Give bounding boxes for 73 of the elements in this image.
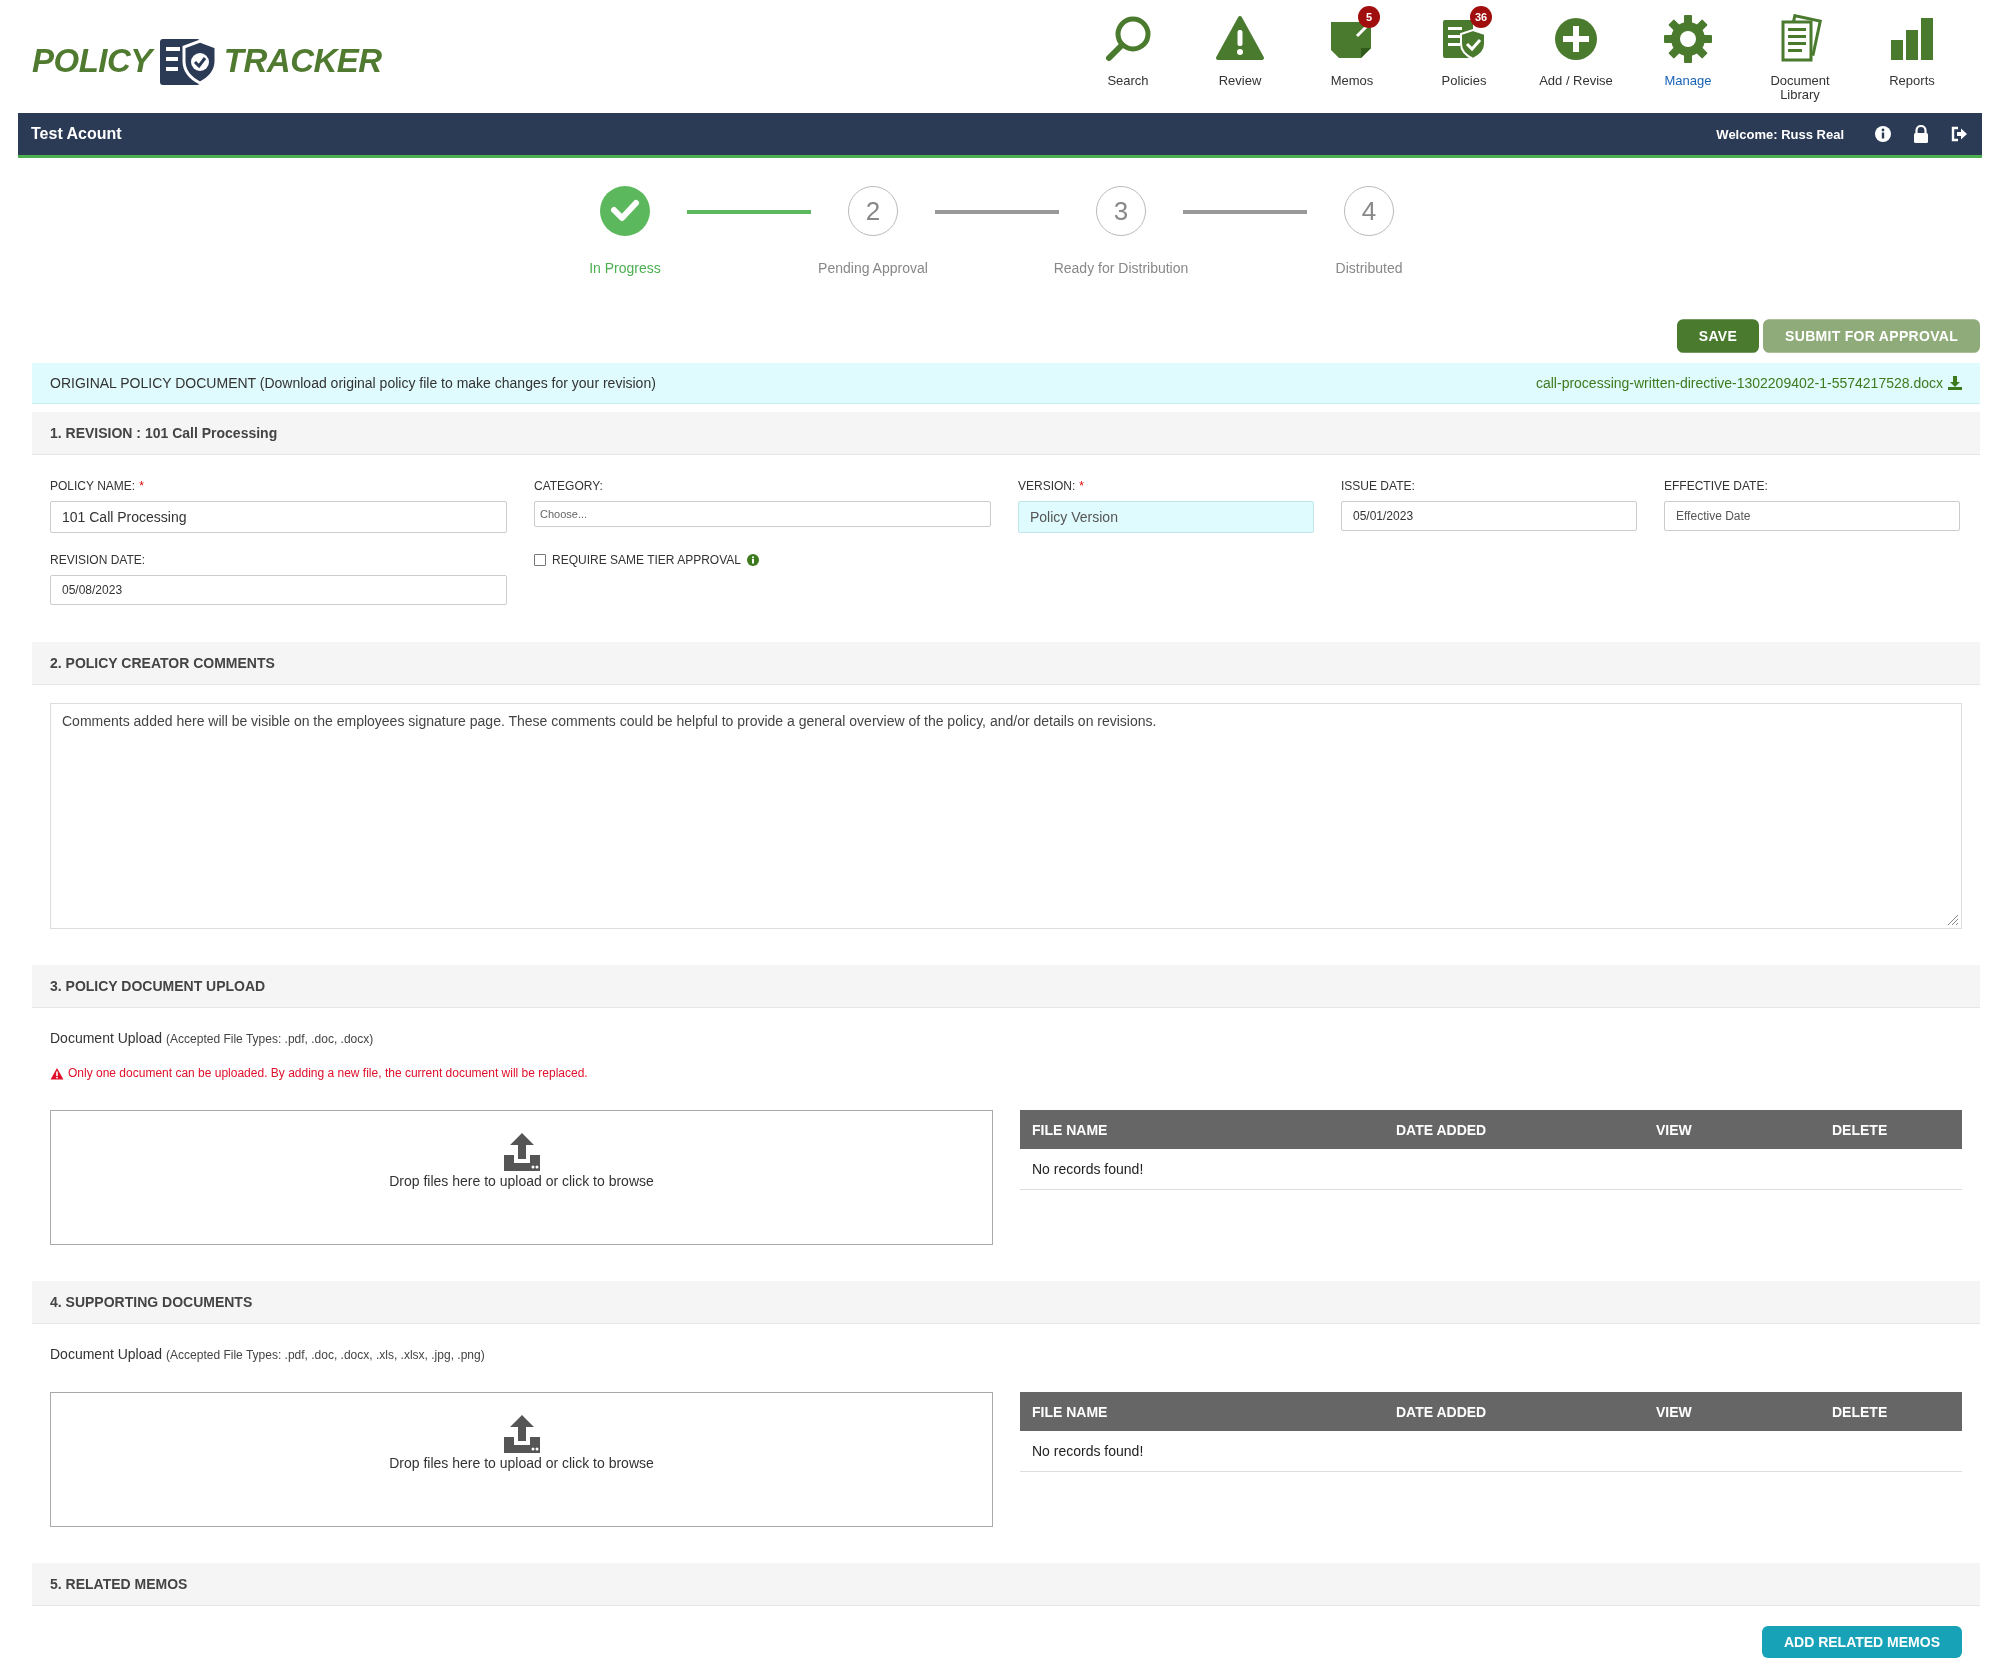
- date-field[interactable]: 05/08/2023: [50, 575, 507, 605]
- download-link[interactable]: call-processing-written-directive-1302209402-1-5574217528.docx: [1535, 375, 1962, 391]
- field-label: EFFECTIVE DATE:: [1664, 479, 1768, 493]
- column-header: DATE ADDED: [1396, 1403, 1488, 1420]
- download-icon: [1948, 376, 1962, 390]
- date-field[interactable]: Effective Date: [1664, 501, 1960, 531]
- file-types-hint: (Accepted File Types: .pdf, .doc, .docx): [166, 1032, 374, 1046]
- input-field[interactable]: 101 Call Processing: [50, 501, 507, 533]
- drop-zone-text: Drop files here to upload or click to browse: [389, 1455, 654, 1471]
- column-header: DELETE: [1832, 1403, 1889, 1420]
- nav-item[interactable]: Manage: [1632, 4, 1744, 102]
- column-header: DELETE: [1832, 1121, 1889, 1138]
- drop-zone-text: Drop files here to upload or click to browse: [389, 1173, 654, 1189]
- info-icon[interactable]: [1874, 125, 1892, 143]
- field-label: CATEGORY:: [534, 479, 603, 493]
- lock-icon[interactable]: [1912, 125, 1930, 143]
- checkbox-label: REQUIRE SAME TIER APPROVAL: [552, 553, 741, 567]
- column-header: VIEW: [1656, 1403, 1693, 1420]
- step-number: 4: [1344, 186, 1394, 236]
- column-header: FILE NAME: [1032, 1403, 1109, 1420]
- step-label: Pending Approval: [818, 260, 928, 276]
- drop-zone[interactable]: Drop files here to upload or click to browse: [50, 1110, 993, 1245]
- date-field[interactable]: 05/01/2023: [1341, 501, 1637, 531]
- section-title: 5. RELATED MEMOS: [50, 1576, 188, 1592]
- warning-text: Only one document can be uploaded. By adding a new file, the current document will be replaced.: [68, 1066, 588, 1080]
- account-name: Test Acount: [31, 125, 122, 143]
- logo-text: TRACKER: [223, 41, 382, 80]
- nav-item[interactable]: Memos 5: [1296, 4, 1408, 102]
- search-icon: [1103, 14, 1153, 64]
- file-types-hint: (Accepted File Types: .pdf, .doc, .docx, .xls, .xlsx, .jpg, .png): [166, 1348, 485, 1362]
- nav-item[interactable]: Document Library: [1744, 4, 1856, 102]
- column-header: DATE ADDED: [1396, 1121, 1488, 1138]
- required-mark: *: [1079, 479, 1085, 493]
- drop-zone[interactable]: Drop files here to upload or click to browse: [50, 1392, 993, 1527]
- nav-item[interactable]: Add / Revise: [1520, 4, 1632, 102]
- field-label: REVISION DATE:: [50, 553, 146, 567]
- column-header: FILE NAME: [1032, 1121, 1109, 1138]
- banner-text: ORIGINAL POLICY DOCUMENT (Download original policy file to make changes for your revision): [50, 375, 656, 391]
- step-number: 2: [848, 186, 898, 236]
- upload-caption: Document Upload: [50, 1346, 163, 1362]
- column-header: VIEW: [1656, 1121, 1693, 1138]
- step-label: Ready for Distribution: [1053, 260, 1189, 276]
- section-title: 2. POLICY CREATOR COMMENTS: [50, 655, 275, 671]
- field-label: POLICY NAME:: [50, 479, 136, 493]
- notification-badge: 5: [1358, 6, 1380, 28]
- section-title: 4. SUPPORTING DOCUMENTS: [50, 1294, 253, 1310]
- nav-item[interactable]: Policies 36: [1408, 4, 1520, 102]
- save-button[interactable]: SAVE: [1676, 319, 1760, 353]
- nav-item[interactable]: Reports: [1856, 4, 1968, 102]
- required-mark: *: [139, 479, 144, 493]
- section-title: 3. POLICY DOCUMENT UPLOAD: [50, 978, 266, 994]
- step-label: In Progress: [589, 260, 661, 276]
- step-label: Distributed: [1335, 260, 1403, 276]
- comments-field[interactable]: Comments added here will be visible on the employees signature page. These comments could be helpful to provide a general overview of the policy, and/or details on revisions.: [50, 703, 1962, 929]
- notification-badge: 36: [1470, 6, 1492, 28]
- logout-icon[interactable]: [1950, 125, 1968, 143]
- nav-item[interactable]: Search: [1072, 4, 1184, 102]
- nav-item[interactable]: Review: [1184, 4, 1296, 102]
- upload-caption: Document Upload: [50, 1030, 163, 1046]
- input-field[interactable]: Policy Version: [1018, 501, 1314, 533]
- gear-icon: [1663, 14, 1713, 64]
- empty-message: No records found!: [1032, 1443, 1144, 1459]
- checkbox[interactable]: [534, 554, 546, 566]
- warning-icon: [50, 1066, 64, 1080]
- welcome-text: Welcome: Russ Real: [1716, 126, 1844, 142]
- section-title: 1. REVISION : 101 Call Processing: [50, 425, 278, 441]
- step-number: 3: [1096, 186, 1146, 236]
- empty-message: No records found!: [1032, 1161, 1144, 1177]
- field-label: ISSUE DATE:: [1341, 479, 1415, 493]
- resize-handle-icon[interactable]: [1945, 912, 1959, 926]
- field-label: VERSION:: [1018, 479, 1076, 493]
- select-field[interactable]: Choose...: [534, 501, 991, 527]
- info-icon[interactable]: [746, 554, 759, 566]
